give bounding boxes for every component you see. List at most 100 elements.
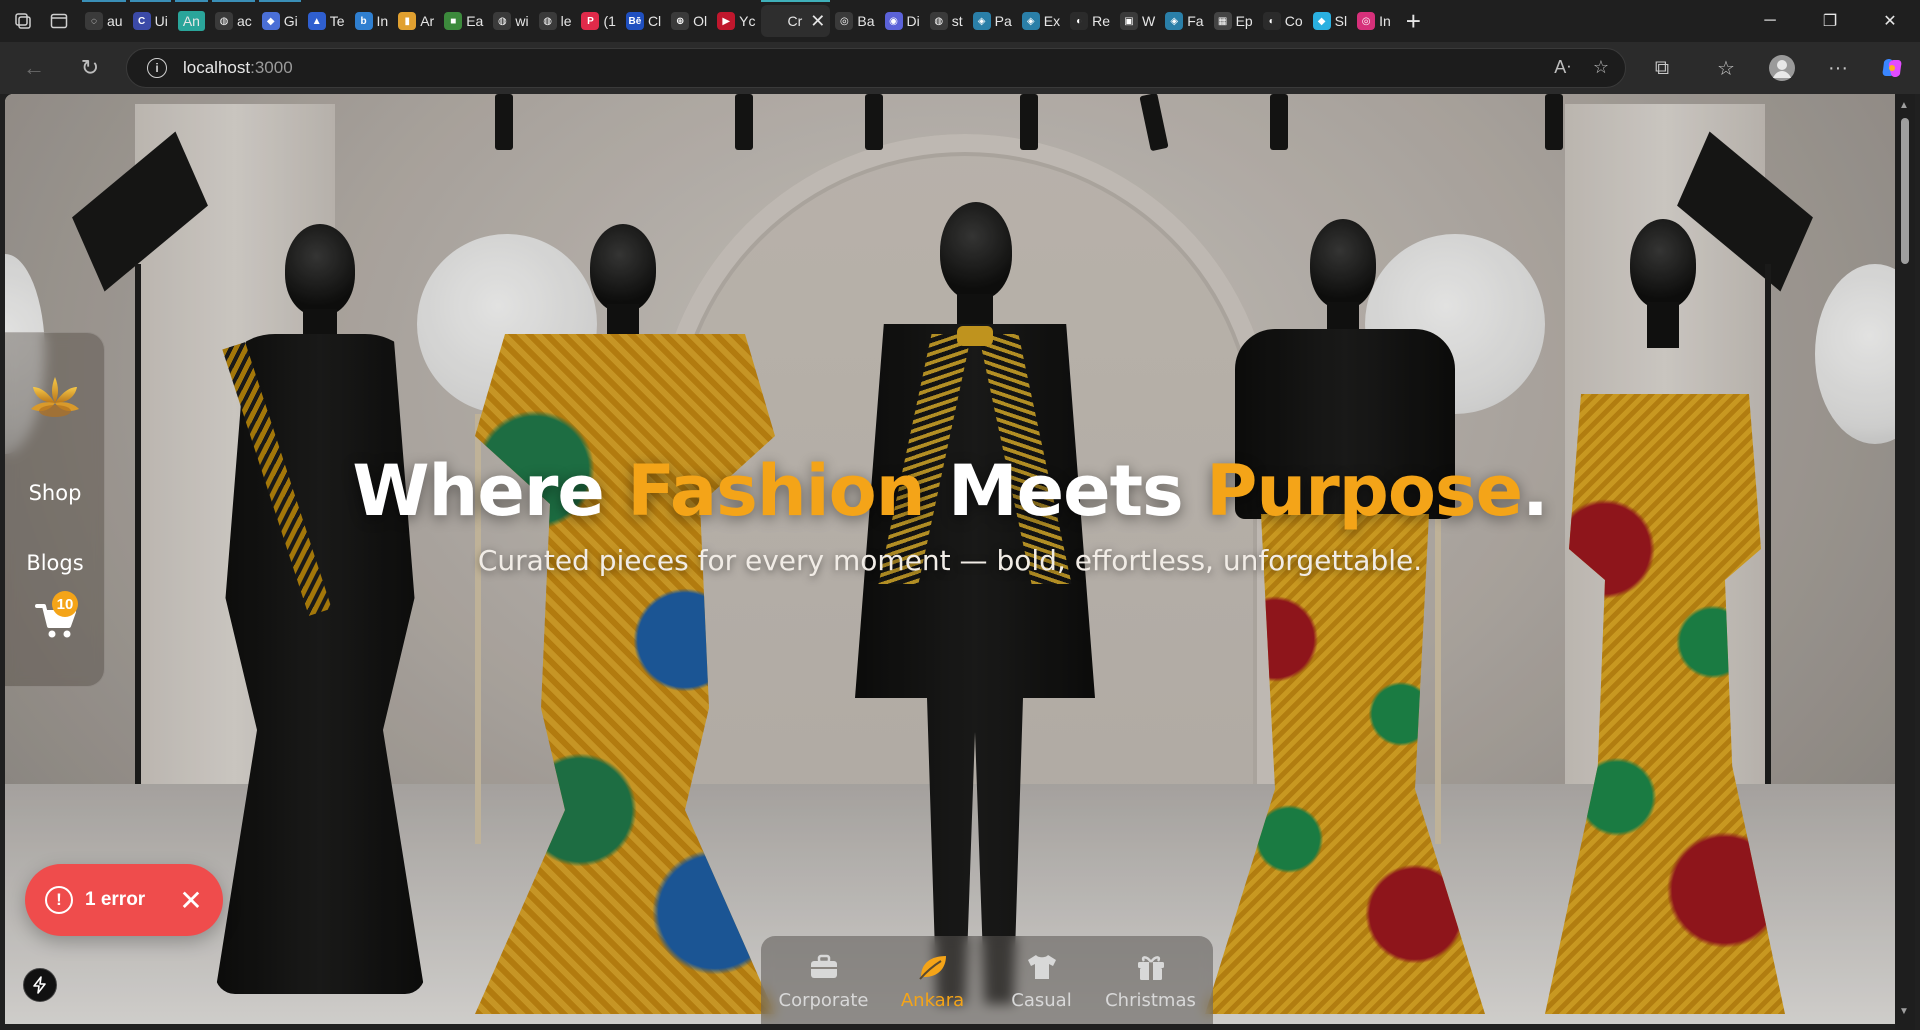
tab-favicon-icon: ◎ (1357, 12, 1376, 30)
lightning-bolt-icon[interactable] (23, 968, 57, 1002)
read-aloud-icon[interactable]: Aᐧ (1554, 57, 1571, 78)
new-tab-button[interactable]: + (1406, 6, 1421, 37)
tab-label: st (951, 13, 963, 29)
category-corporate[interactable]: Corporate (772, 952, 876, 1011)
tab-label: Ui (154, 13, 168, 29)
page-scrollbar[interactable]: ▲ ▼ (1895, 94, 1915, 1030)
browser-tab[interactable]: P (1 (576, 5, 620, 37)
url-bar[interactable]: i localhost:3000 Aᐧ ☆ (126, 48, 1626, 88)
restore-button[interactable]: ❐ (1800, 0, 1860, 42)
url-text[interactable]: localhost:3000 (183, 58, 293, 78)
hero-title: Where Fashion Meets Purpose. (5, 450, 1895, 532)
nav-link-blogs[interactable]: Blogs (5, 551, 105, 575)
browser-tab[interactable]: ▶ Yc (712, 5, 760, 37)
hero-title-part2: Meets (924, 450, 1207, 532)
browser-tab[interactable]: Cr ✕ (760, 0, 831, 37)
browser-tab[interactable]: ◈ Fa (1160, 5, 1208, 37)
tab-strip: ◌ au C Ui An ◍ ac ◆ Gi ▲ Te b In ▮ Ar ■ Ea ◍ wi ◍ le P (1 Bē Cl ⊕… (80, 0, 1396, 42)
tab-label: Sl (1334, 13, 1348, 29)
tab-favicon-icon: ▣ (1120, 12, 1139, 30)
browser-tab[interactable]: ◍ le (534, 5, 577, 37)
tab-favicon-icon: ◐ (1070, 12, 1089, 30)
close-icon[interactable]: ✕ (179, 884, 202, 917)
hero-title-accent-purpose: Purpose (1206, 450, 1523, 532)
tab-favicon-icon: ⊕ (671, 12, 690, 30)
tab-label: Gi (283, 13, 298, 29)
tab-label: W (1142, 13, 1156, 29)
error-toast[interactable]: ! 1 error ✕ (25, 864, 223, 936)
copilot-icon[interactable] (1874, 50, 1910, 86)
tab-favicon-icon: ◌ (85, 12, 103, 30)
browser-tab[interactable]: ▣ W (1115, 5, 1160, 37)
browser-tab[interactable]: ◐ Re (1065, 5, 1115, 37)
browser-tab[interactable]: ■ Ea (439, 5, 488, 37)
tab-label: (1 (603, 13, 616, 29)
category-label: Casual (1011, 989, 1072, 1011)
tab-label: Ea (466, 13, 484, 29)
error-count-label: 1 error (85, 889, 146, 910)
tab-favicon-icon (765, 12, 784, 30)
tab-favicon-icon: ◈ (972, 12, 991, 30)
nav-link-shop[interactable]: Shop (5, 481, 105, 505)
browser-tab[interactable]: ◍ wi (488, 5, 533, 37)
browser-tab[interactable]: ◌ au (80, 0, 128, 37)
browser-tab[interactable]: ◎ Ba (830, 5, 879, 37)
category-casual[interactable]: Casual (990, 952, 1094, 1011)
browser-tab[interactable]: ◐ Co (1258, 5, 1308, 37)
close-window-button[interactable]: ✕ (1860, 0, 1920, 42)
tab-label: Re (1092, 13, 1111, 29)
tab-favicon-icon: ▮ (398, 12, 417, 30)
tab-favicon-icon: C (132, 12, 151, 30)
tab-favicon-icon: ◈ (1165, 12, 1184, 30)
category-ankara[interactable]: Ankara (881, 952, 985, 1011)
profile-avatar[interactable] (1764, 50, 1800, 86)
workspaces-icon[interactable] (10, 8, 36, 34)
site-info-icon[interactable]: i (147, 58, 167, 78)
browser-tab[interactable]: Bē Cl (621, 5, 666, 37)
brand-logo[interactable] (29, 373, 81, 421)
hero-title-end: . (1522, 450, 1549, 532)
browser-tab[interactable]: ▲ Te (303, 5, 350, 37)
scroll-down-arrow-icon[interactable]: ▼ (1899, 1006, 1909, 1017)
hero-subtitle: Curated pieces for every moment — bold, … (477, 544, 1423, 577)
close-tab-icon[interactable]: ✕ (810, 11, 825, 32)
browser-tab[interactable]: ◍ ac (210, 0, 257, 37)
tab-label: Fa (1187, 13, 1204, 29)
category-label: Christmas (1105, 989, 1196, 1011)
extensions-icon[interactable]: ⧉ (1644, 50, 1680, 86)
browser-tab[interactable]: ◈ Pa (968, 5, 1017, 37)
url-port: :3000 (250, 58, 293, 77)
briefcase-icon (808, 952, 840, 982)
tab-label: Di (906, 13, 920, 29)
browser-tab[interactable]: ⊕ Ol (666, 5, 712, 37)
tab-label: ac (236, 13, 252, 29)
refresh-icon[interactable]: ↻ (72, 50, 108, 86)
browser-tab[interactable]: ◎ In (1352, 5, 1396, 37)
more-menu-icon[interactable]: ··· (1820, 50, 1856, 86)
browser-tab[interactable]: ◍ st (925, 5, 968, 37)
browser-tab[interactable]: ◆ Sl (1308, 5, 1352, 37)
browser-tab[interactable]: b In (350, 5, 394, 37)
scrollbar-thumb[interactable] (1901, 118, 1909, 264)
tab-label: au (107, 13, 123, 29)
tab-label: Ba (857, 13, 875, 29)
category-christmas[interactable]: Christmas (1099, 952, 1203, 1011)
favorite-star-icon[interactable]: ☆ (1593, 57, 1609, 78)
browser-tab[interactable]: ◈ Ex (1017, 5, 1065, 37)
page-viewport: Where Fashion Meets Purpose. Curated pie… (5, 94, 1895, 1024)
back-arrow-icon[interactable]: ← (16, 50, 52, 86)
favorites-icon[interactable]: ☆ (1708, 50, 1744, 86)
browser-tab[interactable]: ▦ Ep (1209, 5, 1258, 37)
browser-tab[interactable]: ◆ Gi (257, 0, 303, 37)
browser-tab[interactable]: C Ui (128, 0, 173, 37)
minimize-button[interactable]: ─ (1740, 0, 1800, 42)
tab-favicon-icon: ◆ (261, 12, 280, 30)
browser-tab[interactable]: ▮ Ar (393, 5, 439, 37)
tab-favicon-icon: ◉ (884, 12, 903, 30)
tab-actions-icon[interactable] (46, 8, 72, 34)
side-navigation: Shop Blogs 10 (5, 332, 105, 687)
browser-tab[interactable]: An (173, 0, 210, 37)
scroll-up-arrow-icon[interactable]: ▲ (1899, 100, 1909, 111)
browser-tab[interactable]: ◉ Di (880, 5, 925, 37)
gift-icon (1135, 952, 1167, 982)
